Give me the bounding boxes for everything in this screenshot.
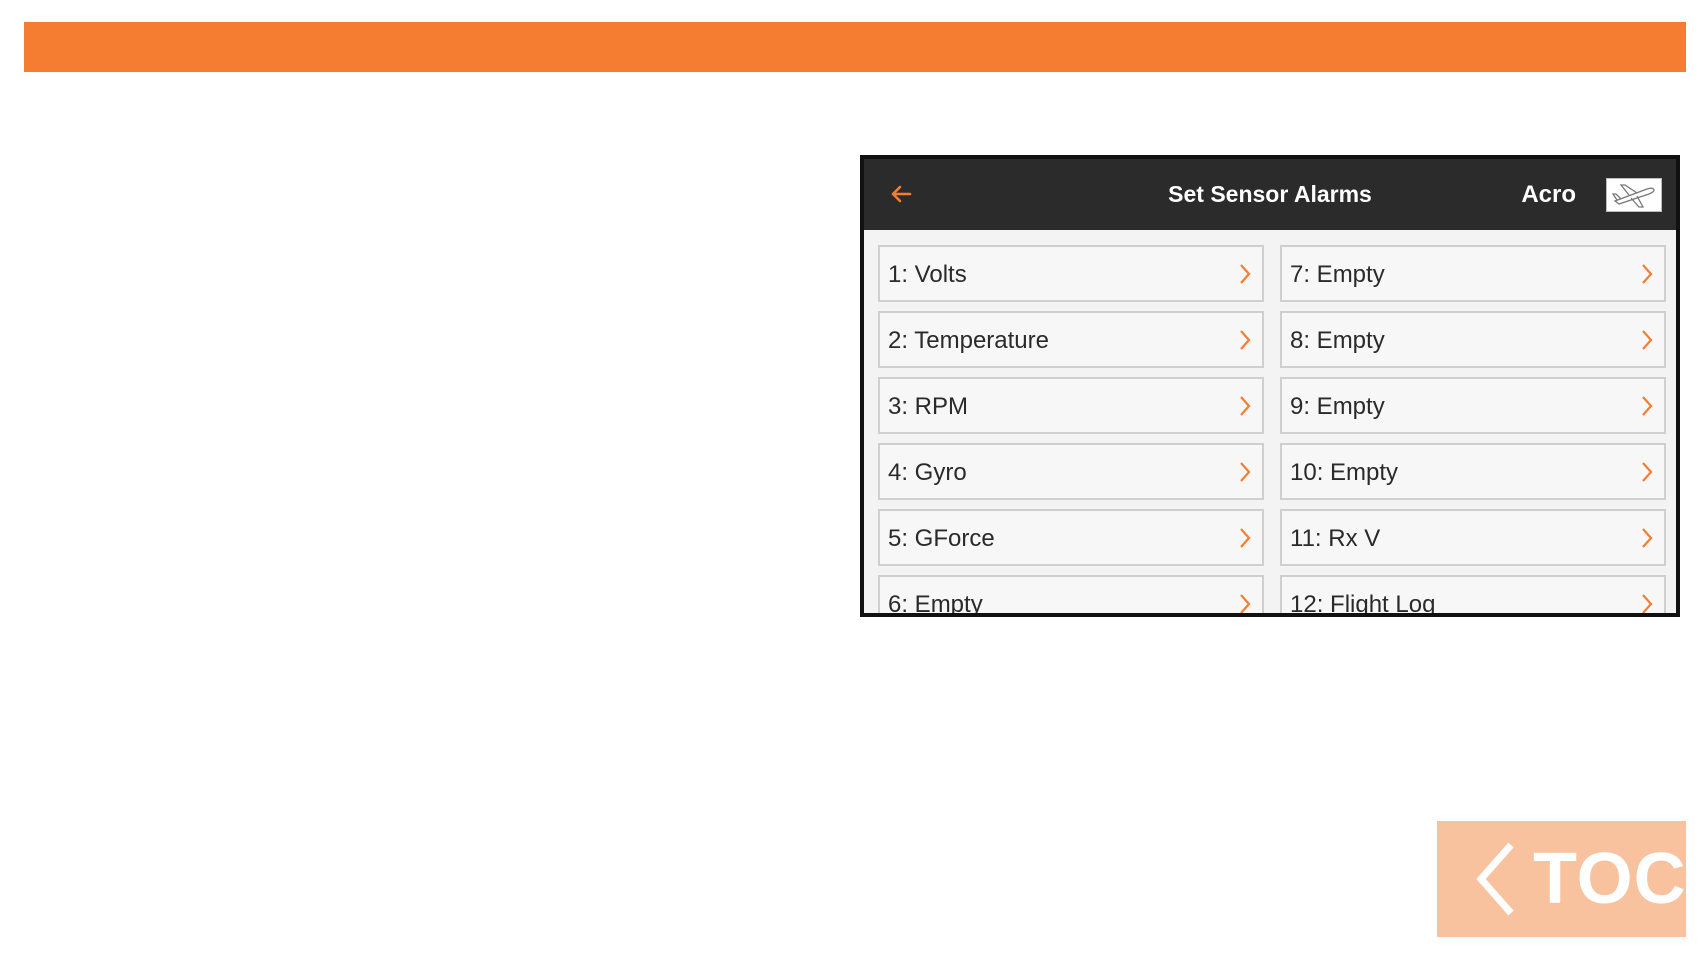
alarm-slot-label: 6: Empty	[888, 591, 983, 617]
alarm-slot-8[interactable]: 8: Empty	[1280, 311, 1666, 368]
alarm-slot-label: 10: Empty	[1290, 459, 1399, 486]
alarm-slot-label: 1: Volts	[888, 261, 967, 288]
alarm-slot-11[interactable]: 11: Rx V	[1280, 509, 1666, 566]
chevron-right-icon	[1642, 528, 1653, 548]
alarm-slot-1[interactable]: 1: Volts	[878, 245, 1264, 302]
chevron-right-icon	[1642, 264, 1653, 284]
chevron-right-icon	[1642, 462, 1653, 482]
alarm-slot-label: 8: Empty	[1290, 327, 1385, 354]
title-bar: Set Sensor Alarms Acro	[864, 159, 1676, 230]
alarm-slot-3[interactable]: 3: RPM	[878, 377, 1264, 434]
alarm-slot-label: 12: Flight Log	[1290, 591, 1436, 617]
chevron-left-icon	[1476, 842, 1514, 916]
airplane-icon	[1611, 184, 1655, 208]
chevron-right-icon	[1240, 594, 1251, 613]
transmitter-screen: Set Sensor Alarms Acro 1: Volts 2: Tempe…	[860, 155, 1680, 617]
alarm-slot-12[interactable]: 12: Flight Log	[1280, 575, 1666, 617]
alarm-slot-label: 7: Empty	[1290, 261, 1385, 288]
model-type-button[interactable]	[1606, 178, 1662, 212]
alarm-slot-label: 2: Temperature	[888, 327, 1049, 354]
alarm-slot-label: 9: Empty	[1290, 393, 1385, 420]
chevron-right-icon	[1240, 396, 1251, 416]
alarm-slot-4[interactable]: 4: Gyro	[878, 443, 1264, 500]
chevron-right-icon	[1240, 528, 1251, 548]
alarm-slot-label: 4: Gyro	[888, 459, 967, 486]
alarm-slot-label: 3: RPM	[888, 393, 969, 420]
alarm-slot-6[interactable]: 6: Empty	[878, 575, 1264, 617]
chevron-right-icon	[1642, 594, 1653, 613]
chevron-right-icon	[1642, 330, 1653, 350]
chevron-right-icon	[1642, 396, 1653, 416]
chevron-right-icon	[1240, 462, 1251, 482]
alarm-slot-9[interactable]: 9: Empty	[1280, 377, 1666, 434]
model-name: Acro	[1521, 181, 1576, 208]
alarm-slot-5[interactable]: 5: GForce	[878, 509, 1264, 566]
alarm-slot-2[interactable]: 2: Temperature	[878, 311, 1264, 368]
toc-label: TOC	[1533, 839, 1687, 919]
chevron-right-icon	[1240, 264, 1251, 284]
alarm-slot-7[interactable]: 7: Empty	[1280, 245, 1666, 302]
top-accent-bar	[24, 22, 1686, 72]
alarm-slot-10[interactable]: 10: Empty	[1280, 443, 1666, 500]
alarm-slot-label: 5: GForce	[888, 525, 995, 552]
alarm-slot-label: 11: Rx V	[1290, 525, 1381, 552]
chevron-right-icon	[1240, 330, 1251, 350]
toc-button[interactable]: TOC	[1437, 821, 1686, 937]
